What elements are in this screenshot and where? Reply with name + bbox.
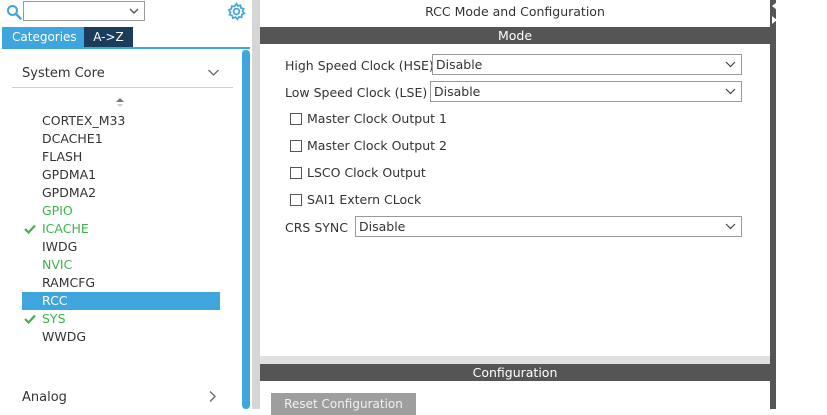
section-divider[interactable] — [260, 356, 770, 364]
crs-sync-label: CRS SYNC — [285, 220, 348, 235]
collapsed-side-panel[interactable] — [770, 0, 776, 409]
search-input[interactable] — [23, 1, 145, 21]
peripheral-label: RAMCFG — [42, 275, 96, 290]
hse-select[interactable]: Disable — [432, 54, 742, 75]
peripheral-item-ramcfg[interactable]: RAMCFG — [22, 274, 220, 292]
lse-label: Low Speed Clock (LSE) — [285, 85, 428, 100]
peripheral-list: CORTEX_M33 DCACHE1 FLASH GPDMA1 GPDMA2 GPIO IC… — [22, 112, 220, 346]
lse-select[interactable]: Disable — [430, 81, 742, 102]
hse-value: Disable — [436, 57, 483, 72]
mco2-label: Master Clock Output 2 — [307, 138, 447, 153]
peripheral-label: DCACHE1 — [42, 131, 103, 146]
tab-categories[interactable]: Categories — [2, 27, 84, 47]
peripheral-item-gpdma1[interactable]: GPDMA1 — [22, 166, 220, 184]
sai1-label: SAI1 Extern CLock — [307, 192, 422, 207]
chevron-down-icon — [725, 88, 736, 95]
peripheral-item-nvic[interactable]: NVIC — [22, 256, 220, 274]
peripheral-label: FLASH — [42, 149, 83, 164]
peripheral-item-icache[interactable]: ICACHE — [22, 220, 220, 238]
category-label: System Core — [22, 66, 105, 81]
peripheral-item-gpio[interactable]: GPIO — [22, 202, 220, 220]
peripheral-label: RCC — [42, 293, 68, 308]
crs-sync-value: Disable — [359, 219, 406, 234]
tabs-underline — [2, 47, 250, 49]
category-analog[interactable]: Analog — [12, 388, 232, 408]
peripheral-label: ICACHE — [42, 221, 89, 236]
sai1-checkbox[interactable] — [290, 194, 302, 206]
panel-splitter[interactable] — [252, 0, 260, 409]
configuration-section-header: Configuration — [260, 364, 770, 381]
peripheral-label: IWDG — [42, 239, 78, 254]
panel-title: RCC Mode and Configuration — [425, 4, 605, 19]
mco2-checkbox[interactable] — [290, 140, 302, 152]
crs-sync-select[interactable]: Disable — [355, 216, 742, 237]
chevron-down-icon — [725, 61, 736, 68]
peripheral-item-wwdg[interactable]: WWDG — [22, 328, 220, 346]
chevron-right-icon — [209, 391, 216, 402]
peripheral-item-dcache1[interactable]: DCACHE1 — [22, 130, 220, 148]
search-icon[interactable] — [6, 4, 22, 20]
mco1-checkbox[interactable] — [290, 113, 302, 125]
peripheral-item-iwdg[interactable]: IWDG — [22, 238, 220, 256]
gear-icon[interactable] — [227, 2, 246, 21]
tab-a-to-z[interactable]: A->Z — [84, 27, 133, 47]
peripheral-item-rcc[interactable]: RCC — [22, 292, 220, 310]
reset-configuration-button[interactable]: Reset Configuration — [271, 393, 416, 415]
peripheral-label: GPDMA1 — [42, 167, 97, 182]
peripheral-label: SYS — [42, 311, 66, 326]
collapse-arrows-icon[interactable] — [770, 0, 778, 30]
peripheral-item-flash[interactable]: FLASH — [22, 148, 220, 166]
chevron-down-icon — [208, 69, 219, 76]
hse-label: High Speed Clock (HSE) — [285, 58, 434, 73]
peripheral-label: CORTEX_M33 — [42, 113, 126, 128]
scrollbar-thumb[interactable] — [242, 50, 250, 409]
peripheral-item-gpdma2[interactable]: GPDMA2 — [22, 184, 220, 202]
category-label: Analog — [22, 390, 67, 405]
checkmark-icon — [24, 314, 36, 324]
lse-value: Disable — [434, 84, 481, 99]
sort-up-icon[interactable] — [115, 96, 125, 108]
peripheral-label: GPDMA2 — [42, 185, 97, 200]
category-system-core[interactable]: System Core — [12, 62, 232, 86]
chevron-down-icon[interactable] — [128, 5, 140, 17]
peripheral-label: GPIO — [42, 203, 73, 218]
peripheral-item-cortex-m33[interactable]: CORTEX_M33 — [22, 112, 220, 130]
checkmark-icon — [24, 224, 36, 234]
mco1-label: Master Clock Output 1 — [307, 111, 447, 126]
mode-section-header: Mode — [260, 27, 770, 44]
peripheral-label: NVIC — [42, 257, 73, 272]
lsco-checkbox[interactable] — [290, 167, 302, 179]
rcc-config-panel: RCC Mode and Configuration Mode High Spe… — [260, 0, 770, 415]
category-divider — [12, 87, 233, 88]
chevron-down-icon — [725, 223, 736, 230]
peripheral-item-sys[interactable]: SYS — [22, 310, 220, 328]
peripheral-label: WWDG — [42, 329, 87, 344]
peripheral-tree-panel: Categories A->Z System Core CORTEX_M33 DC… — [0, 0, 252, 409]
lsco-label: LSCO Clock Output — [307, 165, 426, 180]
